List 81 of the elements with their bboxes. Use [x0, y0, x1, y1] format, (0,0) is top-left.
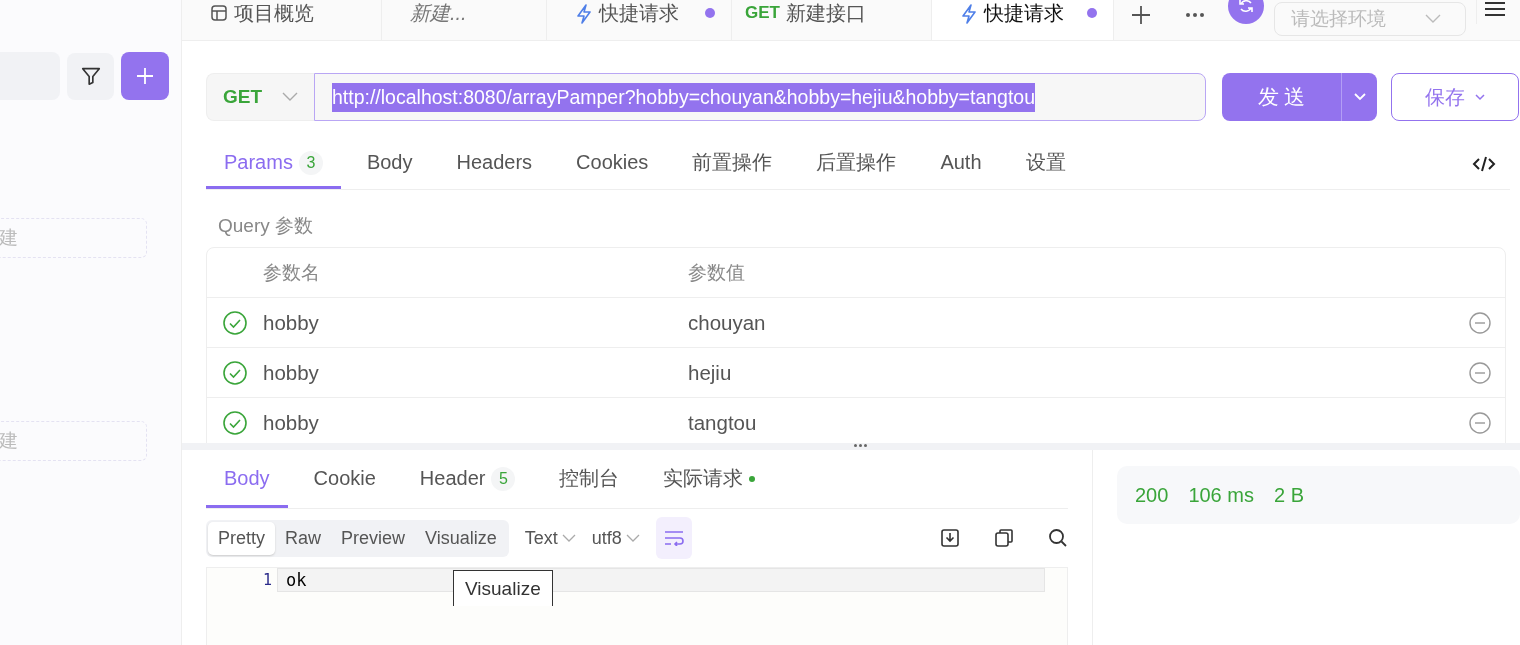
table-cell-text: hobby — [263, 410, 320, 435]
send-button[interactable]: 发 送 — [1222, 73, 1341, 121]
remove-icon[interactable] — [1469, 311, 1491, 334]
tooltip: Visualize — [453, 570, 553, 606]
chevron-down-icon — [282, 92, 299, 102]
table-cell-text: tangtou — [688, 410, 758, 435]
check-circle-icon[interactable] — [223, 410, 247, 435]
view-mode-button[interactable]: Pretty — [208, 521, 275, 555]
remove-icon[interactable] — [1469, 361, 1491, 384]
tab-label: 新建接口 — [785, 1, 866, 26]
wrap-icon — [663, 530, 684, 546]
encoding-select[interactable]: utf8 — [591, 527, 640, 549]
code-editor[interactable]: 1 ok Visualize — [206, 567, 1068, 645]
save-button[interactable]: 保存 — [1391, 73, 1519, 121]
request-tab[interactable]: 设置 — [1007, 139, 1084, 189]
download-icon[interactable] — [940, 528, 960, 548]
response-tab[interactable]: Body — [206, 452, 288, 508]
filter-icon — [79, 65, 102, 87]
view-mode-button[interactable]: Raw — [275, 521, 332, 555]
check-circle-icon[interactable] — [223, 360, 247, 385]
wrap-button[interactable] — [655, 517, 692, 559]
send-options-button[interactable] — [1341, 73, 1377, 121]
add-button[interactable] — [121, 52, 169, 100]
section-title: Query 参数 — [217, 214, 315, 238]
view-mode-button[interactable]: Preview — [331, 521, 416, 555]
request-tab[interactable]: Headers — [438, 139, 551, 189]
code-icon — [1472, 156, 1496, 172]
code-line: ok — [286, 570, 307, 590]
refresh-icon — [1237, 0, 1255, 15]
resize-handle[interactable] — [854, 444, 867, 447]
tab[interactable]: 新建... — [382, 0, 547, 40]
url-field[interactable]: http://localhost:8080/arrayPamper?hobby=chouyan&hobby=hejiu&hobby=tangtou — [314, 73, 1206, 121]
response-tab[interactable]: 控制台 — [541, 452, 638, 508]
request-tab[interactable]: Params 3 — [206, 139, 341, 189]
line-number: 1 — [261, 571, 273, 589]
tab-label: 项目概览 — [234, 1, 314, 26]
copy-icon[interactable] — [994, 528, 1014, 548]
table-cell-text: hejiu — [688, 360, 733, 385]
response-time: 106 ms — [1188, 483, 1254, 507]
response-tab[interactable]: Cookie — [295, 452, 394, 508]
chevron-down-icon — [1425, 14, 1441, 24]
menu-icon — [1484, 2, 1505, 16]
chevron-down-icon — [561, 534, 576, 542]
search-icon[interactable] — [1048, 528, 1068, 548]
plus-icon — [136, 67, 154, 85]
request-tab[interactable]: 后置操作 — [798, 139, 915, 189]
count-badge: 5 — [491, 466, 516, 491]
lightning-icon — [960, 4, 978, 24]
response-size: 2 B — [1273, 483, 1304, 507]
column-header: 参数值 — [688, 260, 746, 285]
request-tab[interactable]: Auth — [922, 139, 1000, 189]
tab-label: 快捷请求 — [984, 1, 1064, 26]
more-icon — [1185, 12, 1205, 18]
view-mode-button[interactable]: Visualize — [415, 521, 507, 555]
plus-icon — [1131, 5, 1151, 25]
layout-icon — [210, 4, 228, 22]
chevron-down-icon — [1353, 93, 1366, 101]
table-cell-text: hobby — [263, 310, 320, 335]
count-badge: 3 — [298, 150, 323, 175]
tab[interactable]: 快捷请求 — [547, 0, 732, 40]
table-cell-text: hobby — [263, 360, 320, 385]
format-select[interactable]: Text — [524, 527, 576, 549]
response-tab[interactable]: 实际请求 — [645, 452, 774, 508]
chevron-down-icon — [625, 534, 640, 542]
request-tab[interactable]: Body — [348, 139, 431, 189]
filter-button[interactable] — [67, 52, 114, 100]
response-tab[interactable]: Header 5 — [401, 452, 534, 508]
method-label: GET — [745, 2, 780, 24]
chevron-down-icon — [1475, 93, 1485, 101]
remove-icon[interactable] — [1469, 411, 1491, 434]
tab[interactable]: 快捷请求 — [932, 0, 1114, 40]
table-cell-text: chouyan — [688, 310, 767, 335]
status-code: 200 — [1135, 483, 1169, 507]
column-header: 参数名 — [263, 260, 321, 285]
request-tab[interactable]: Cookies — [558, 139, 667, 189]
tab-label: 新建... — [410, 1, 467, 26]
tab[interactable]: 项目概览 — [182, 0, 382, 40]
tab-label: 快捷请求 — [599, 1, 679, 26]
request-tab[interactable]: 前置操作 — [674, 139, 791, 189]
check-circle-icon[interactable] — [223, 310, 247, 335]
lightning-icon — [575, 4, 593, 24]
